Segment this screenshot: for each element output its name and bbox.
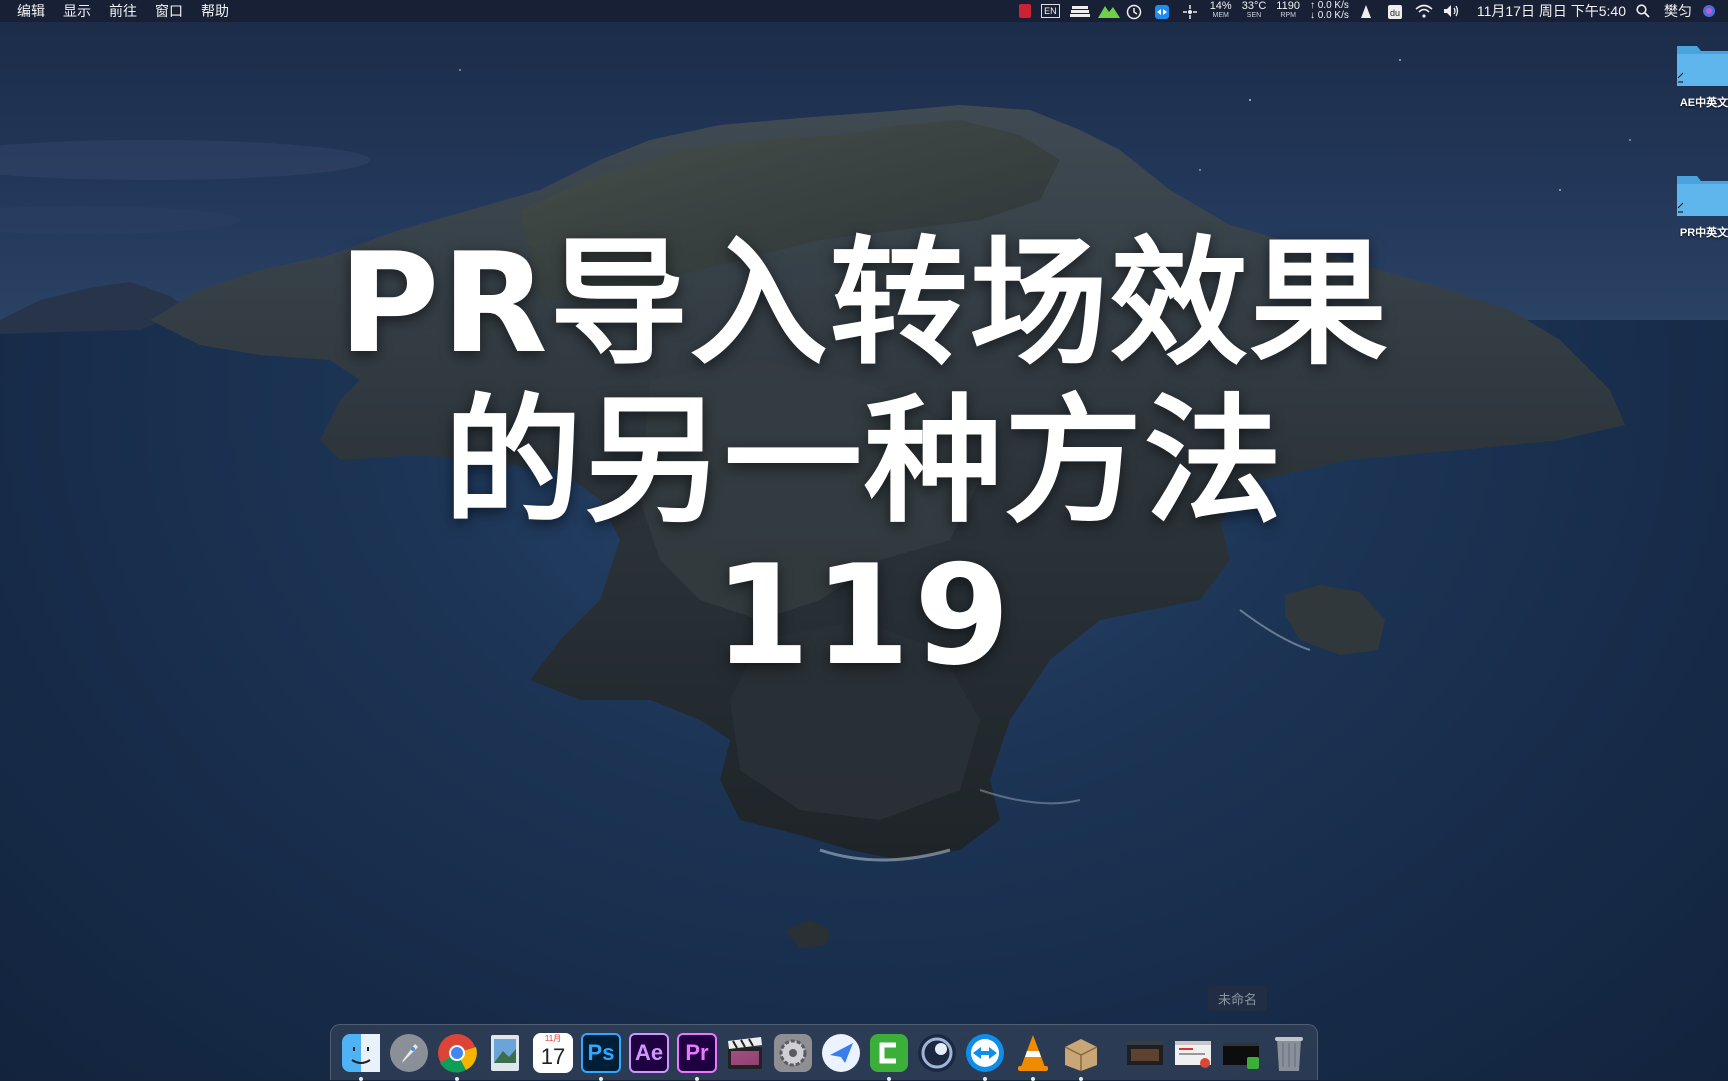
title-line-1: PR导入转场效果 (338, 223, 1390, 384)
memory-unit: MEM (1212, 12, 1229, 19)
siri-icon[interactable] (1702, 4, 1720, 18)
untitled-item-label[interactable]: 未命名 (1208, 986, 1268, 1011)
dock-system-preferences[interactable] (771, 1031, 815, 1075)
premiere-icon: Pr (677, 1032, 717, 1073)
menu-go[interactable]: 前往 (100, 0, 146, 22)
window-thumbnail-icon (1175, 1040, 1211, 1068)
temperature-unit: SEN (1246, 12, 1262, 19)
dock-cinema4d[interactable] (915, 1031, 959, 1075)
memory-value: 14% (1209, 0, 1232, 12)
dock-installer[interactable] (1059, 1031, 1103, 1081)
dock-preview[interactable] (483, 1031, 527, 1075)
spotlight-search-icon[interactable] (1636, 4, 1654, 18)
dock-vlc[interactable] (1011, 1031, 1055, 1081)
app-menus: 编辑 显示 前往 窗口 帮助 (8, 0, 238, 22)
dock-feishu[interactable] (819, 1031, 863, 1075)
preview-icon (491, 1034, 519, 1071)
dock-minimized-window-1[interactable] (1123, 1031, 1167, 1075)
dock-premiere[interactable]: Pr (675, 1031, 719, 1081)
menu-bar: 编辑 显示 前往 窗口 帮助 EN 14% MEM 33°C SEN 1190 … (0, 0, 1728, 22)
dock-minimized-window-3[interactable] (1219, 1031, 1263, 1075)
vlc-status-icon[interactable] (1359, 4, 1377, 18)
dock-calendar[interactable]: 11月 17 (531, 1031, 575, 1075)
calendar-icon: 11月 17 (533, 1032, 573, 1073)
fan-speed-value: 1190 (1276, 0, 1300, 12)
network-speed[interactable]: ↑ 0.0 K/s ↓ 0.0 K/s (1310, 1, 1349, 21)
flag-status-icon[interactable] (1019, 4, 1032, 18)
dock-after-effects[interactable]: Ae (627, 1031, 671, 1075)
network-download: ↓ 0.0 K/s (1309, 10, 1349, 21)
title-line-2: 的另一种方法 (443, 381, 1284, 542)
user-account-name[interactable]: 樊匀 (1664, 1, 1692, 21)
menu-window[interactable]: 窗口 (146, 0, 192, 22)
sensor-temperature[interactable]: 33°C SEN (1241, 0, 1267, 20)
desktop-folder-ae[interactable]: AE中英文 (1664, 38, 1728, 110)
traffic-cone-icon (1018, 1034, 1048, 1071)
window-thumbnail-icon (1127, 1040, 1163, 1065)
folder-icon (1675, 38, 1728, 88)
dock-trash[interactable] (1267, 1031, 1311, 1075)
gear-icon (774, 1033, 812, 1072)
status-menus: EN 14% MEM 33°C SEN 1190 RPM ↑ 0.0 K/s ↓… (1019, 1, 1720, 21)
fan-control-icon[interactable] (1182, 4, 1200, 19)
stack-menu-icon[interactable] (1069, 4, 1090, 18)
time-machine-icon[interactable] (1126, 4, 1144, 20)
dock-photoshop[interactable]: Ps (579, 1031, 623, 1081)
du-app-icon[interactable]: du (1387, 4, 1405, 19)
rocket-icon (390, 1033, 428, 1072)
clapperboard-icon (728, 1036, 762, 1069)
temperature-value: 33°C (1241, 0, 1267, 12)
camtasia-icon (870, 1033, 908, 1072)
dock-final-cut[interactable] (723, 1031, 767, 1075)
photoshop-icon: Ps (581, 1032, 621, 1073)
trash-icon (1275, 1036, 1303, 1071)
window-thumbnail-icon (1223, 1042, 1259, 1069)
menubar-clock[interactable]: 11月17日 周日 下午5:40 (1477, 1, 1626, 21)
memory-usage[interactable]: 14% MEM (1209, 0, 1232, 20)
finder-icon (342, 1033, 380, 1072)
desktop-folder-label: AE中英文 (1679, 97, 1728, 109)
fan-speed-unit: RPM (1280, 12, 1296, 19)
after-effects-icon: Ae (629, 1032, 669, 1073)
video-title-overlay: PR导入转场效果 的另一种方法 119 (0, 225, 1728, 691)
dock-teamviewer[interactable] (963, 1031, 1007, 1081)
dock-launchpad[interactable] (387, 1031, 431, 1075)
chrome-icon (438, 1033, 477, 1073)
bird-icon (822, 1033, 860, 1072)
input-source-indicator[interactable]: EN (1041, 4, 1060, 18)
episode-number: 119 (713, 535, 1015, 696)
calendar-day: 17 (540, 1043, 566, 1069)
wifi-icon[interactable] (1415, 4, 1433, 18)
svg-text:du: du (1390, 8, 1400, 18)
teamviewer-status-icon[interactable] (1154, 4, 1172, 19)
dock: 11月 17 Ps Ae Pr (330, 1024, 1318, 1081)
folder-icon (1675, 168, 1728, 218)
calendar-month: 11月 (533, 1032, 573, 1044)
package-icon (1064, 1038, 1098, 1071)
menu-help[interactable]: 帮助 (192, 0, 238, 22)
dock-chrome[interactable] (435, 1031, 479, 1081)
cinema4d-icon (918, 1033, 956, 1072)
dock-minimized-window-2[interactable] (1171, 1031, 1215, 1075)
menu-edit[interactable]: 编辑 (8, 0, 54, 22)
teamviewer-icon (966, 1033, 1004, 1072)
mountain-app-icon[interactable] (1097, 4, 1120, 18)
dock-camtasia[interactable] (867, 1031, 911, 1081)
menu-view[interactable]: 显示 (54, 0, 100, 22)
fan-speed[interactable]: 1190 RPM (1276, 0, 1300, 20)
dock-finder[interactable] (339, 1031, 383, 1081)
volume-icon[interactable] (1443, 4, 1461, 18)
